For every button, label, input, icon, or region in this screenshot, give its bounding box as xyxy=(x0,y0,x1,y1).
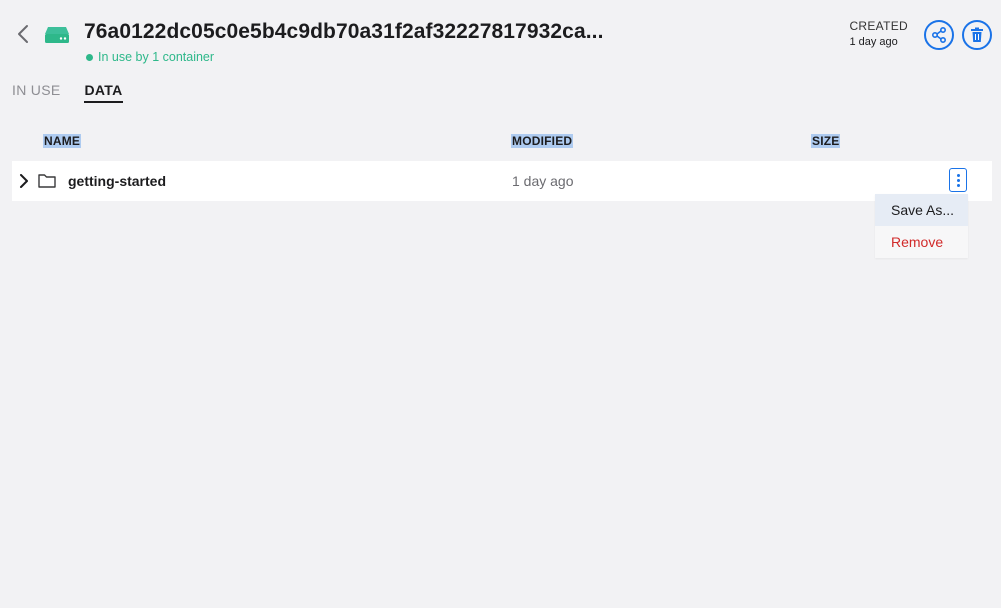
more-actions-button[interactable] xyxy=(949,168,967,192)
column-header-name[interactable]: NAME xyxy=(43,134,82,148)
context-menu: Save As... Remove xyxy=(875,194,968,258)
trash-icon xyxy=(971,27,983,42)
tab-data[interactable]: DATA xyxy=(84,82,123,103)
folder-icon xyxy=(38,174,56,188)
created-value: 1 day ago xyxy=(849,36,898,48)
volume-status: In use by 1 container xyxy=(86,50,214,64)
created-label: CREATED xyxy=(849,19,908,33)
table-header: NAME MODIFIED SIZE xyxy=(12,131,992,162)
row-name: getting-started xyxy=(68,173,166,189)
volume-title: 76a0122dc05c0e5b4c9db70a31f2af3222781793… xyxy=(84,20,604,43)
table-row[interactable]: getting-started 1 day ago xyxy=(12,161,992,201)
chevron-left-icon xyxy=(18,25,28,43)
kebab-dot xyxy=(956,178,960,182)
menu-item-remove[interactable]: Remove xyxy=(875,226,968,258)
hard-drive-icon xyxy=(45,27,69,43)
kebab-icon xyxy=(956,173,960,177)
column-header-size[interactable]: SIZE xyxy=(811,134,841,148)
share-button[interactable] xyxy=(924,20,954,50)
share-icon xyxy=(931,27,946,43)
volume-detail-page: 76a0122dc05c0e5b4c9db70a31f2af3222781793… xyxy=(0,0,1001,608)
row-modified: 1 day ago xyxy=(512,173,574,189)
column-header-modified[interactable]: MODIFIED xyxy=(511,134,574,148)
created-info: CREATED 1 day ago xyxy=(849,19,908,48)
kebab-dot xyxy=(956,183,960,187)
menu-item-save-as[interactable]: Save As... xyxy=(875,194,968,226)
delete-button[interactable] xyxy=(962,20,992,50)
chevron-right-icon[interactable] xyxy=(18,174,30,188)
back-button[interactable] xyxy=(12,22,34,46)
tab-in-use[interactable]: IN USE xyxy=(12,82,60,103)
status-text: In use by 1 container xyxy=(98,50,215,64)
tab-bar: IN USE DATA xyxy=(12,82,123,103)
status-dot-icon xyxy=(86,53,93,61)
